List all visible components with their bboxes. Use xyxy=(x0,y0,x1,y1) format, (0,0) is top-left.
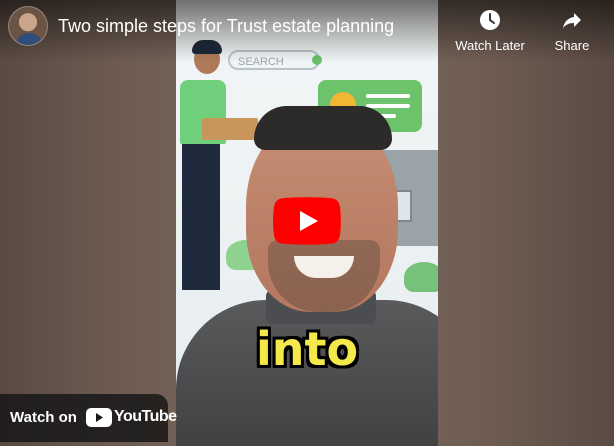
video-caption: into xyxy=(255,322,359,376)
share-arrow-icon xyxy=(563,13,581,28)
play-icon xyxy=(273,197,341,245)
watch-on-youtube-button[interactable]: Watch on YouTube xyxy=(0,394,177,442)
play-button[interactable] xyxy=(273,197,341,245)
share-label: Share xyxy=(554,38,590,53)
watch-later-label: Watch Later xyxy=(455,38,525,53)
channel-avatar[interactable] xyxy=(8,6,48,46)
youtube-logo-icon xyxy=(86,408,112,427)
youtube-wordmark: YouTube xyxy=(114,408,177,425)
clock-icon xyxy=(480,10,500,30)
video-title[interactable]: Two simple steps for Trust estate planni… xyxy=(58,16,394,37)
watch-later-button[interactable]: Watch Later xyxy=(450,8,530,53)
share-button[interactable]: Share xyxy=(532,8,612,53)
watch-on-label: Watch on xyxy=(10,409,77,426)
video-player[interactable]: SEARCH into Two simple steps for Trust e… xyxy=(0,0,614,446)
presenter xyxy=(176,100,438,446)
